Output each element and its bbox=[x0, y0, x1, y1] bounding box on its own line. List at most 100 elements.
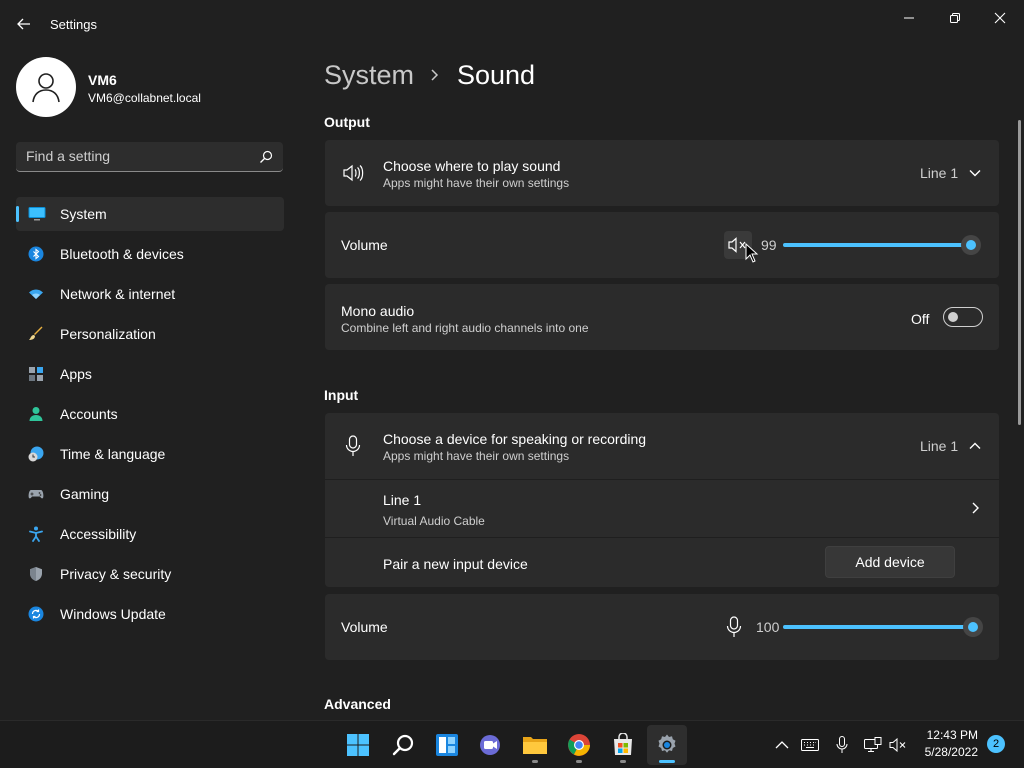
breadcrumb-parent[interactable]: System bbox=[324, 60, 414, 91]
output-volume-label: Volume bbox=[341, 237, 388, 253]
volume-tray-button[interactable] bbox=[888, 735, 908, 755]
output-device-subtitle: Apps might have their own settings bbox=[383, 176, 570, 190]
user-name: VM6 bbox=[88, 72, 117, 88]
sidebar-item-windows-update[interactable]: Windows Update bbox=[16, 597, 284, 631]
update-icon bbox=[28, 606, 44, 622]
store-icon bbox=[614, 733, 632, 755]
show-hidden-icons-button[interactable] bbox=[772, 735, 792, 755]
minimize-button[interactable] bbox=[887, 6, 931, 30]
widgets-button[interactable] bbox=[427, 725, 467, 765]
sidebar-item-gaming[interactable]: Gaming bbox=[16, 477, 284, 511]
gamepad-icon bbox=[28, 486, 44, 502]
taskbar bbox=[0, 720, 1024, 768]
sidebar-item-accounts[interactable]: Accounts bbox=[16, 397, 284, 431]
windows-logo-icon bbox=[347, 734, 369, 756]
sidebar-item-network[interactable]: Network & internet bbox=[16, 277, 284, 311]
page-title: Sound bbox=[457, 60, 536, 90]
search-input[interactable] bbox=[26, 148, 246, 164]
sidebar-item-label: Windows Update bbox=[60, 606, 166, 622]
active-indicator bbox=[659, 760, 675, 763]
start-button[interactable] bbox=[338, 725, 378, 765]
bluetooth-icon bbox=[28, 246, 44, 262]
microphone-icon bbox=[836, 736, 848, 753]
sidebar-item-label: Apps bbox=[60, 366, 92, 382]
person-icon bbox=[32, 73, 60, 103]
keyboard-tray-button[interactable] bbox=[800, 735, 820, 755]
notification-badge[interactable]: 2 bbox=[987, 735, 1005, 753]
search-box[interactable] bbox=[16, 142, 283, 172]
clock-date[interactable]: 5/28/2022 bbox=[916, 745, 978, 759]
sidebar-item-privacy-security[interactable]: Privacy & security bbox=[16, 557, 284, 591]
output-device-value: Line 1 bbox=[920, 165, 959, 181]
pair-input-label: Pair a new input device bbox=[383, 556, 528, 572]
sidebar-item-label: Gaming bbox=[60, 486, 110, 502]
title-bar: Settings bbox=[0, 0, 1024, 48]
folder-icon bbox=[523, 737, 547, 754]
line1-title: Line 1 bbox=[383, 492, 422, 508]
sidebar-item-label: Accessibility bbox=[60, 526, 137, 542]
sidebar-item-time-language[interactable]: Time & language bbox=[16, 437, 284, 471]
shield-icon bbox=[28, 566, 44, 582]
apps-icon bbox=[28, 366, 44, 382]
input-device-value: Line 1 bbox=[920, 438, 959, 454]
speaker-muted-icon bbox=[889, 738, 906, 752]
settings-taskbar-button[interactable] bbox=[647, 725, 687, 765]
input-volume-slider[interactable] bbox=[783, 617, 983, 637]
output-volume-slider[interactable] bbox=[783, 235, 983, 255]
sidebar-item-accessibility[interactable]: Accessibility bbox=[16, 517, 284, 551]
sidebar-item-apps[interactable]: Apps bbox=[16, 357, 284, 391]
wifi-icon bbox=[28, 286, 44, 302]
add-device-button[interactable]: Add device bbox=[825, 546, 955, 578]
close-button[interactable] bbox=[978, 6, 1022, 30]
taskbar-search-button[interactable] bbox=[383, 725, 423, 765]
selection-indicator bbox=[16, 206, 19, 222]
sidebar-item-label: Bluetooth & devices bbox=[60, 246, 184, 262]
back-button[interactable] bbox=[12, 12, 36, 36]
store-button[interactable] bbox=[603, 725, 643, 765]
person-icon bbox=[28, 406, 44, 422]
mono-audio-title: Mono audio bbox=[341, 303, 415, 319]
search-icon[interactable] bbox=[259, 150, 273, 164]
chevron-up-icon[interactable] bbox=[969, 441, 981, 451]
microphone-tray-button[interactable] bbox=[832, 735, 852, 755]
sidebar-item-label: Network & internet bbox=[60, 286, 176, 302]
chevron-up-icon bbox=[775, 741, 789, 749]
teams-chat-button[interactable] bbox=[470, 725, 510, 765]
slider-thumb[interactable] bbox=[963, 617, 983, 637]
input-volume-value: 100 bbox=[756, 619, 780, 635]
output-volume-row: Volume 99 bbox=[325, 212, 999, 278]
accessibility-icon bbox=[28, 526, 44, 542]
clock-time[interactable]: 12:43 PM bbox=[922, 728, 978, 742]
network-tray-button[interactable] bbox=[863, 735, 883, 755]
input-volume-row: Volume 100 bbox=[325, 594, 999, 660]
running-indicator bbox=[620, 760, 626, 763]
search-icon bbox=[392, 734, 414, 756]
sidebar-item-personalization[interactable]: Personalization bbox=[16, 317, 284, 351]
speaker-icon bbox=[342, 163, 364, 183]
chevron-down-icon[interactable] bbox=[969, 168, 981, 178]
avatar[interactable] bbox=[16, 57, 76, 117]
input-device-selector[interactable]: Choose a device for speaking or recordin… bbox=[325, 413, 999, 479]
gear-icon bbox=[658, 734, 676, 753]
file-explorer-button[interactable] bbox=[515, 725, 555, 765]
sidebar-item-bluetooth[interactable]: Bluetooth & devices bbox=[16, 237, 284, 271]
output-device-selector[interactable]: Choose where to play sound Apps might ha… bbox=[325, 140, 999, 206]
running-indicator bbox=[532, 760, 538, 763]
slider-thumb[interactable] bbox=[961, 235, 981, 255]
scrollbar[interactable] bbox=[1018, 120, 1021, 425]
clock-globe-icon bbox=[28, 446, 44, 462]
monitor-icon bbox=[28, 206, 46, 222]
mono-audio-toggle[interactable] bbox=[943, 307, 983, 327]
input-device-line1[interactable]: Line 1 Virtual Audio Cable bbox=[325, 480, 999, 537]
input-device-subtitle: Apps might have their own settings bbox=[383, 449, 570, 463]
restore-button[interactable] bbox=[933, 6, 977, 30]
keyboard-icon bbox=[801, 739, 819, 751]
microphone-icon[interactable] bbox=[726, 616, 742, 638]
app-title: Settings bbox=[50, 17, 97, 32]
close-icon bbox=[994, 12, 1006, 24]
chrome-button[interactable] bbox=[559, 725, 599, 765]
sidebar-item-system[interactable]: System bbox=[16, 197, 284, 231]
back-arrow-icon bbox=[17, 18, 30, 30]
sidebar-item-label: Accounts bbox=[60, 406, 118, 422]
slider-fill bbox=[783, 243, 971, 247]
